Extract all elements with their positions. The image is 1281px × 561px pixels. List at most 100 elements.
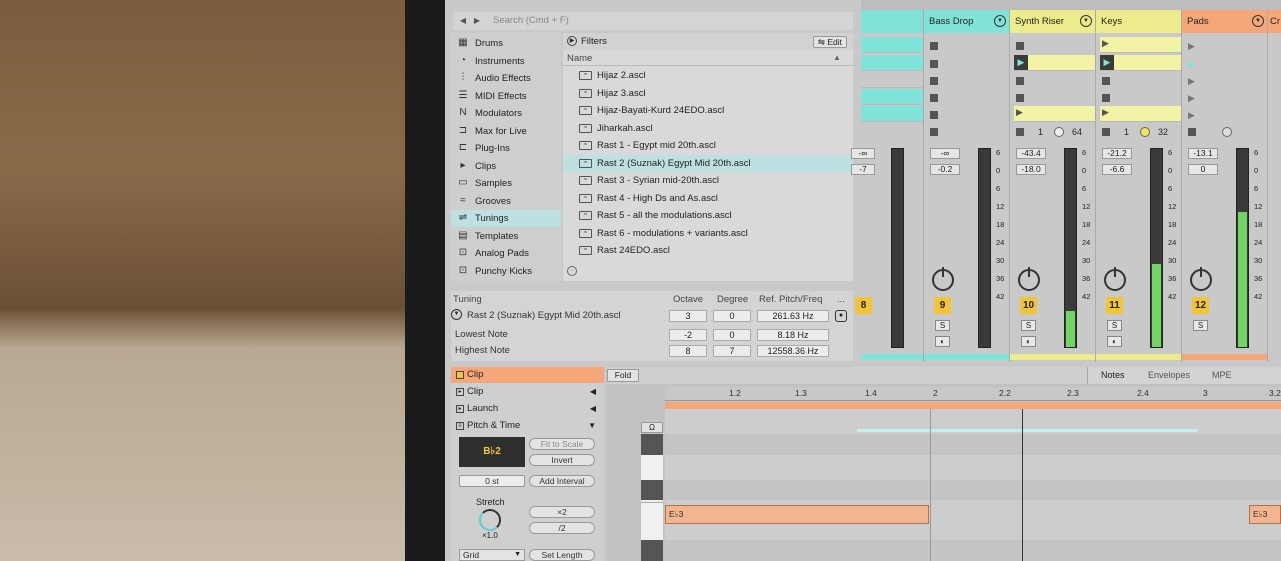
back-arrow-icon[interactable]: ◀ [457,15,469,27]
pan-knob[interactable] [932,267,954,291]
highest-degree-field[interactable]: 7 [713,345,751,357]
lock-icon[interactable]: ● [835,310,847,322]
track-header[interactable]: Pads ▼ [1182,10,1268,33]
tab-envelopes[interactable]: Envelopes [1148,370,1190,380]
preview-icon[interactable]: ◦ [567,266,577,276]
clip-slot[interactable] [861,106,923,122]
time-ruler[interactable]: 1.2 1.3 1.4 2 2.2 2.3 2.4 3 3.2 [665,387,1281,401]
double-button[interactable]: ×2 [529,506,595,518]
file-row[interactable]: ≈ Rast 24EDO.ascl [563,242,853,259]
track-number-button[interactable]: 9 [934,297,951,314]
clip-slot[interactable] [861,89,923,105]
play-icon[interactable]: ▶ [1188,93,1195,104]
category-plug-ins[interactable]: ⊏ Plug-Ins [451,140,561,157]
clip-title-bar[interactable]: Clip [451,367,604,383]
loop-toggle-icon[interactable] [1140,127,1150,137]
arm-button[interactable]: ◐ [1107,336,1122,347]
forward-arrow-icon[interactable]: ▶ [471,15,483,27]
more-icon[interactable]: ... [837,294,845,305]
black-key[interactable] [641,434,663,455]
stop-icon[interactable] [1102,77,1110,85]
file-row[interactable]: ≈ Jiharkah.ascl [563,120,853,137]
category-tunings[interactable]: ⇌ Tunings [451,210,561,227]
loop-toggle-icon[interactable] [1054,127,1064,137]
clip-slot[interactable]: ▶ [1100,37,1182,53]
midi-note[interactable]: E♭3 [1249,505,1281,524]
edit-button[interactable]: ⇋ Edit [812,36,847,48]
clip-section[interactable]: ▸ Clip ◀ [451,384,604,400]
grid-dropdown[interactable]: Grid ▼ [459,549,525,561]
play-icon[interactable]: ▶ [1188,41,1195,52]
arm-button[interactable]: ◐ [1021,336,1036,347]
stop-icon[interactable] [1016,42,1024,50]
track-number-button[interactable]: 10 [1020,297,1037,314]
volume-peak[interactable]: -21.2 [1102,148,1132,159]
volume-peak[interactable]: -13.1 [1188,148,1218,159]
length-value[interactable]: 32 [1158,127,1168,137]
volume-field[interactable]: -18.0 [1016,164,1046,175]
tab-notes[interactable]: Notes [1101,370,1125,380]
loop-value[interactable]: 1 [1124,127,1129,137]
clip-slot[interactable] [861,37,923,53]
loop-brace[interactable] [665,402,1281,409]
file-row[interactable]: ≈ Rast 3 - Syrian mid-20th.ascl [563,172,853,189]
fit-to-scale-button[interactable]: Fit to Scale [529,438,595,450]
stop-icon[interactable] [930,128,938,136]
clip-slot[interactable]: ▶ [1014,106,1096,122]
pan-knob[interactable] [1190,267,1212,291]
category-samples[interactable]: ▭ Samples [451,175,561,192]
file-row[interactable]: ≈ Rast 4 - High Ds and As.ascl [563,190,853,207]
category-drums[interactable]: ▦ Drums [451,35,561,52]
set-length-button[interactable]: Set Length [529,549,595,561]
stop-icon[interactable] [930,77,938,85]
volume-field[interactable]: 0 [1188,164,1218,175]
track-menu-icon[interactable]: ▼ [1080,15,1092,27]
track-menu-icon[interactable]: ▼ [1252,15,1264,27]
category-max-for-live[interactable]: ⊐ Max for Live [451,123,561,140]
track-header[interactable]: Cr [1268,10,1281,33]
add-interval-button[interactable]: Add Interval [529,475,595,487]
category-clips[interactable]: ▸ Clips [451,158,561,175]
midi-note[interactable]: E♭3 [665,505,929,524]
category-templates[interactable]: ▤ Templates [451,228,561,245]
track-number-button[interactable]: 8 [855,297,872,314]
clip-slot-playing[interactable]: ▶ [1100,55,1182,71]
track-number-button[interactable]: 12 [1192,297,1209,314]
category-punchy-kicks[interactable]: ⊡ Punchy Kicks [451,263,561,280]
stop-icon[interactable] [930,94,938,102]
lowest-octave-field[interactable]: -2 [669,329,707,341]
volume-peak[interactable]: -∞ [930,148,960,159]
stop-icon[interactable] [1102,128,1110,136]
clip-slot[interactable] [861,55,923,71]
file-row[interactable]: ≈ Hijaz 3.ascl [563,85,853,102]
black-key[interactable] [641,480,663,500]
piano-keys[interactable] [641,434,663,561]
highest-octave-field[interactable]: 8 [669,345,707,357]
arm-button[interactable]: ◐ [935,336,950,347]
tab-mpe[interactable]: MPE [1212,370,1232,380]
black-key[interactable] [641,540,663,561]
category-instruments[interactable]: ◔ Instruments [451,53,561,70]
file-row-selected[interactable]: ≈ Rast 2 (Suznak) Egypt Mid 20th.ascl [563,154,853,172]
volume-peak[interactable]: -43.4 [1016,148,1046,159]
sort-icon[interactable]: ▲ [833,53,841,62]
collapse-arrow-icon[interactable]: ◀ [590,401,596,417]
play-icon[interactable]: ▶ [1102,107,1109,118]
file-row[interactable]: ≈ Rast 5 - all the modulations.ascl [563,207,853,224]
solo-button[interactable]: S [1107,320,1122,331]
pitch-display[interactable]: B♭2 [459,437,525,467]
stop-icon[interactable] [930,111,938,119]
expand-arrow-icon[interactable]: ▼ [588,418,596,434]
filters-label[interactable]: Filters [581,36,607,47]
file-row[interactable]: ≈ Rast 6 - modulations + variants.ascl [563,225,853,242]
note-grid[interactable]: E♭3 E♭3 [665,409,1281,561]
pitch-time-section[interactable]: ≡ Pitch & Time ▼ [451,418,604,434]
category-midi-effects[interactable]: ☰ MIDI Effects [451,88,561,105]
track-header[interactable] [861,10,923,33]
launch-section[interactable]: ▸ Launch ◀ [451,401,604,417]
volume-field[interactable]: -0.2 [930,164,960,175]
transpose-field[interactable]: 0 st [459,475,525,487]
loop-value[interactable]: 1 [1038,127,1043,137]
solo-button[interactable]: S [1021,320,1036,331]
track-header[interactable]: Bass Drop ▼ [924,10,1010,33]
